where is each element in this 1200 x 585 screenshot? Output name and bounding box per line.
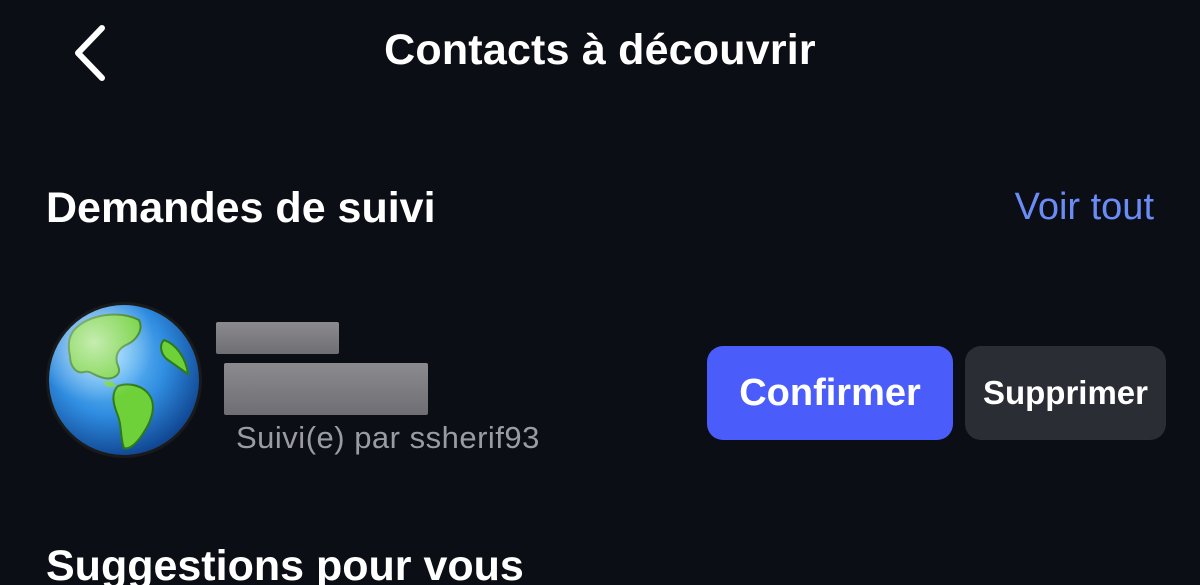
delete-button[interactable]: Supprimer [965, 346, 1166, 440]
globe-icon[interactable] [44, 300, 204, 460]
discover-contacts-screen: Contacts à découvrir Demandes de suivi V… [0, 0, 1200, 585]
redacted-fullname [224, 363, 428, 415]
redacted-username [216, 322, 339, 354]
followed-by-text: Suivi(e) par ssherif93 [236, 420, 540, 455]
see-all-link[interactable]: Voir tout [1015, 186, 1154, 229]
follow-requests-heading: Demandes de suivi [46, 184, 436, 232]
suggestions-heading: Suggestions pour vous [46, 542, 524, 585]
confirm-button[interactable]: Confirmer [707, 346, 953, 440]
page-title: Contacts à découvrir [384, 26, 816, 74]
